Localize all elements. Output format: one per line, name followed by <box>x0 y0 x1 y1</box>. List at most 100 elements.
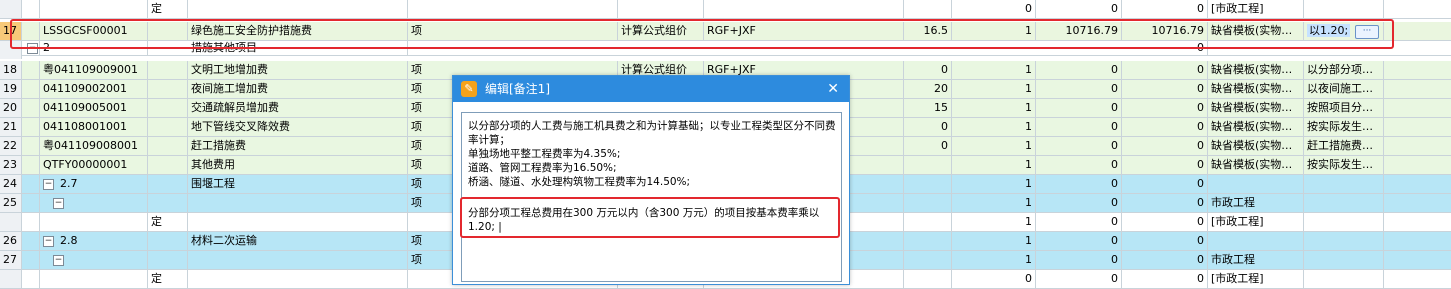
item-code[interactable]: 041108001001 <box>40 118 148 136</box>
collapse-icon[interactable]: − <box>53 254 64 266</box>
quantity[interactable]: 1 <box>952 213 1036 231</box>
rate[interactable] <box>904 213 952 231</box>
collapse-icon[interactable]: − <box>43 235 54 247</box>
total-price[interactable]: 0 <box>1122 118 1208 136</box>
template[interactable]: 缺省模板(实物… <box>1208 80 1304 98</box>
item-code[interactable]: −2.7 <box>40 175 148 193</box>
rate[interactable]: 0 <box>904 118 952 136</box>
total-price[interactable]: 0 <box>1122 99 1208 117</box>
total-price[interactable]: 0 <box>1122 137 1208 155</box>
template[interactable]: 市政工程 <box>1208 251 1304 269</box>
item-code[interactable]: −2.8 <box>40 232 148 250</box>
collapse-icon[interactable]: − <box>27 42 38 54</box>
item-name[interactable] <box>188 213 408 231</box>
unit-price[interactable]: 0 <box>1036 194 1122 212</box>
remark[interactable]: 按实际发生… <box>1304 156 1384 174</box>
table-row-selected[interactable]: 17 LSSGCSF00001 绿色施工安全防护措施费 项 计算公式组价 RGF… <box>0 22 1451 41</box>
rate[interactable] <box>904 0 952 18</box>
remark[interactable] <box>1304 213 1384 231</box>
template[interactable]: 缺省模板(实物… <box>1208 118 1304 136</box>
quantity[interactable]: 1 <box>952 99 1036 117</box>
unit-price[interactable]: 0 <box>1036 0 1122 18</box>
item-code[interactable] <box>40 0 148 18</box>
item-code[interactable]: 041109002001 <box>40 80 148 98</box>
table-row[interactable]: 定 0 0 0 [市政工程] <box>0 0 1451 19</box>
unit-price[interactable]: 0 <box>1036 251 1122 269</box>
rate[interactable]: 16.5 <box>904 22 952 40</box>
item-name[interactable]: 绿色施工安全防护措施费 <box>188 22 408 40</box>
total-price[interactable]: 0 <box>1122 0 1208 18</box>
item-name[interactable]: 文明工地增加费 <box>188 61 408 79</box>
item-type[interactable]: 定 <box>148 0 188 18</box>
item-type[interactable] <box>148 137 188 155</box>
rate[interactable] <box>904 156 952 174</box>
remark[interactable] <box>1304 232 1384 250</box>
rate[interactable]: 0 <box>904 137 952 155</box>
unit-price[interactable]: 0 <box>1036 80 1122 98</box>
quantity[interactable]: 1 <box>952 156 1036 174</box>
item-name[interactable]: 其他费用 <box>188 156 408 174</box>
total-price[interactable]: 0 <box>1122 194 1208 212</box>
item-type[interactable] <box>148 232 188 250</box>
template[interactable] <box>1208 232 1304 250</box>
item-name[interactable]: 围堰工程 <box>188 175 408 193</box>
rate[interactable] <box>904 175 952 193</box>
remark[interactable]: 按照项目分… <box>1304 99 1384 117</box>
item-name[interactable]: 赶工措施费 <box>188 137 408 155</box>
close-icon[interactable]: ✕ <box>827 79 839 99</box>
remark[interactable]: 以夜间施工… <box>1304 80 1384 98</box>
item-name[interactable] <box>188 0 408 18</box>
template[interactable] <box>1208 175 1304 193</box>
dialog-title-bar[interactable]: ✎ 编辑[备注1] ✕ <box>453 76 849 102</box>
item-type[interactable] <box>148 118 188 136</box>
collapse-icon[interactable]: − <box>53 197 64 209</box>
quantity[interactable]: 1 <box>952 61 1036 79</box>
remark-editing[interactable]: 以1.20; ··· <box>1304 22 1384 40</box>
quantity[interactable]: 1 <box>952 232 1036 250</box>
template[interactable]: 缺省模板(实物… <box>1208 99 1304 117</box>
collapse-icon[interactable]: − <box>43 178 54 190</box>
template[interactable]: 缺省模板(实物… <box>1208 61 1304 79</box>
template[interactable]: [市政工程] <box>1208 0 1304 18</box>
quantity[interactable]: 1 <box>952 194 1036 212</box>
item-code[interactable]: 041109005001 <box>40 99 148 117</box>
item-name[interactable]: 夜间施工增加费 <box>188 80 408 98</box>
item-type[interactable] <box>148 194 188 212</box>
unit-price[interactable]: 0 <box>1036 232 1122 250</box>
template[interactable]: [市政工程] <box>1208 213 1304 231</box>
total-price[interactable]: 0 <box>1122 232 1208 250</box>
ellipsis-button[interactable]: ··· <box>1355 25 1379 39</box>
remark[interactable] <box>1304 175 1384 193</box>
item-type[interactable] <box>148 175 188 193</box>
total-price[interactable]: 0 <box>1122 175 1208 193</box>
remark[interactable]: 以分部分项… <box>1304 61 1384 79</box>
item-name[interactable]: 措施其他项目 <box>188 41 408 55</box>
item-code[interactable]: − <box>40 251 148 269</box>
rate[interactable]: 15 <box>904 99 952 117</box>
item-code[interactable]: LSSGCSF00001 <box>40 22 148 40</box>
rate[interactable] <box>904 251 952 269</box>
unit-price[interactable]: 0 <box>1036 118 1122 136</box>
total-price[interactable]: 0 <box>1122 156 1208 174</box>
item-type[interactable]: 定 <box>148 213 188 231</box>
item-name[interactable] <box>188 194 408 212</box>
template[interactable]: 缺省模板(实物… <box>1208 137 1304 155</box>
item-code[interactable] <box>40 270 148 288</box>
calc-base[interactable]: RGF+JXF <box>704 22 904 40</box>
unit-price[interactable]: 0 <box>1036 270 1122 288</box>
item-code[interactable]: 2 <box>40 41 148 55</box>
unit-price[interactable]: 0 <box>1036 213 1122 231</box>
quantity[interactable]: 1 <box>952 80 1036 98</box>
rate[interactable] <box>904 232 952 250</box>
remark[interactable] <box>1304 251 1384 269</box>
template[interactable]: 缺省模板(实物… <box>1208 22 1304 40</box>
remark[interactable]: 赶工措施费… <box>1304 137 1384 155</box>
item-unit[interactable]: 项 <box>408 22 618 40</box>
total-price[interactable]: 0 <box>1122 270 1208 288</box>
template[interactable]: 缺省模板(实物… <box>1208 156 1304 174</box>
item-unit[interactable] <box>408 0 618 18</box>
item-name[interactable] <box>188 270 408 288</box>
item-code[interactable]: QTFY00000001 <box>40 156 148 174</box>
remark[interactable]: 按实际发生… <box>1304 118 1384 136</box>
quantity[interactable]: 1 <box>952 137 1036 155</box>
